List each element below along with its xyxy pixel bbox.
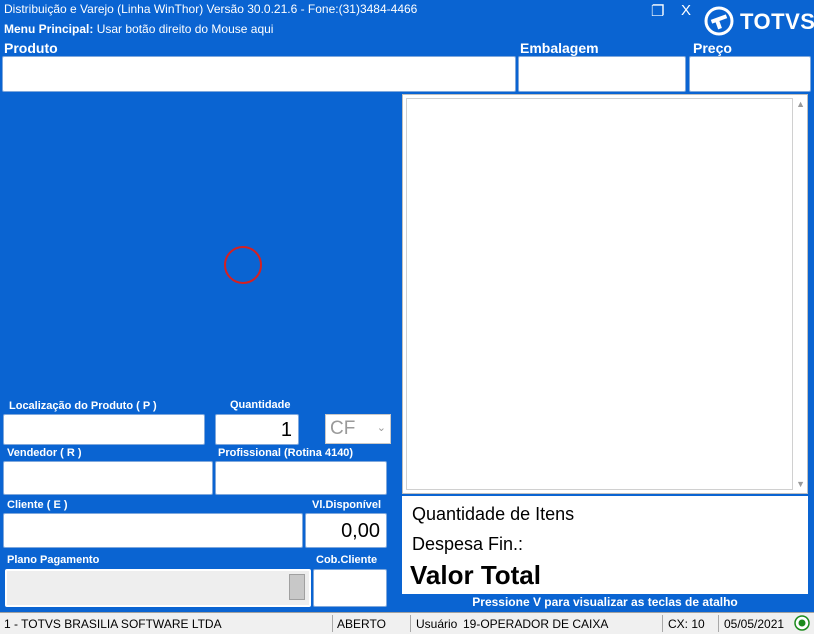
status-date: 05/05/2021 [724,617,785,631]
profissional-label: Profissional (Rotina 4140) [218,447,354,459]
items-list-panel[interactable]: ▲ ▼ [402,94,808,494]
produto-input[interactable] [2,56,516,92]
embalagem-input[interactable] [518,56,686,92]
quantidade-value: 1 [280,419,292,441]
localizacao-input[interactable] [3,414,205,445]
profissional-input[interactable] [215,461,387,495]
cf-select[interactable]: CF ⌄ [325,414,391,444]
totals-panel: Quantidade de Itens Despesa Fin.: Valor … [402,496,808,594]
cob-cliente-input[interactable] [313,569,387,607]
despesa-fin-label: Despesa Fin.: [412,534,524,554]
produto-label: Produto [4,40,58,56]
cliente-input[interactable] [3,513,303,548]
items-list[interactable] [406,98,793,490]
quantidade-input[interactable]: 1 [215,414,299,445]
status-divider [410,615,411,632]
plano-pagamento-dropdown-button[interactable] [289,574,305,600]
vendedor-label: Vendedor ( R ) [7,447,82,459]
totvs-logo: TOTVS [704,6,814,38]
totvs-logo-text: TOTVS [740,9,814,34]
status-company: 1 - TOTVS BRASILIA SOFTWARE LTDA [4,617,222,631]
status-caixa-state: ABERTO [337,617,386,631]
mouse-cursor-indicator [224,246,262,284]
status-bar: 1 - TOTVS BRASILIA SOFTWARE LTDA ABERTO … [0,612,814,634]
plano-pagamento-label: Plano Pagamento [7,554,100,566]
scroll-down-icon[interactable]: ▼ [796,479,805,489]
shortcut-hint: Pressione V para visualizar as teclas de… [472,595,738,609]
plano-pagamento-combo[interactable] [5,569,311,607]
quantidade-itens-label: Quantidade de Itens [412,504,575,524]
status-user: 19-OPERADOR DE CAIXA [463,617,609,631]
preco-label: Preço [693,40,732,56]
vl-disponivel-value: 0,00 [341,520,380,542]
cliente-label: Cliente ( E ) [7,499,68,511]
vl-disponivel-field: 0,00 [305,513,387,548]
vl-disponivel-label: Vl.Disponível [312,499,382,511]
status-user-label: Usuário [416,617,458,631]
totvs-logo-icon [704,6,734,36]
preco-input[interactable] [689,56,811,92]
status-divider [332,615,333,632]
vendedor-input[interactable] [3,461,213,495]
window-title: Distribuição e Varejo (Linha WinThor) Ve… [4,2,418,16]
embalagem-label: Embalagem [520,40,599,56]
status-divider [718,615,719,632]
cob-cliente-label: Cob.Cliente [316,554,378,566]
menu-principal-hint: Usar botão direito do Mouse aqui [96,22,274,36]
localizacao-label: Localização do Produto ( P ) [9,400,157,412]
restore-window-icon[interactable]: ❐ [651,2,664,20]
connection-status-icon [794,615,810,631]
status-divider [662,615,663,632]
status-caixa-number: CX: 10 [668,617,705,631]
valor-total-label: Valor Total [410,560,541,590]
cf-select-value: CF [330,418,356,439]
scroll-up-icon[interactable]: ▲ [796,99,805,109]
chevron-down-icon: ⌄ [376,422,386,434]
menu-principal-label: Menu Principal: [4,22,94,36]
close-window-button[interactable]: X [681,2,691,19]
quantidade-label: Quantidade [230,399,291,411]
menu-principal[interactable]: Menu Principal: Usar botão direito do Mo… [4,22,273,36]
